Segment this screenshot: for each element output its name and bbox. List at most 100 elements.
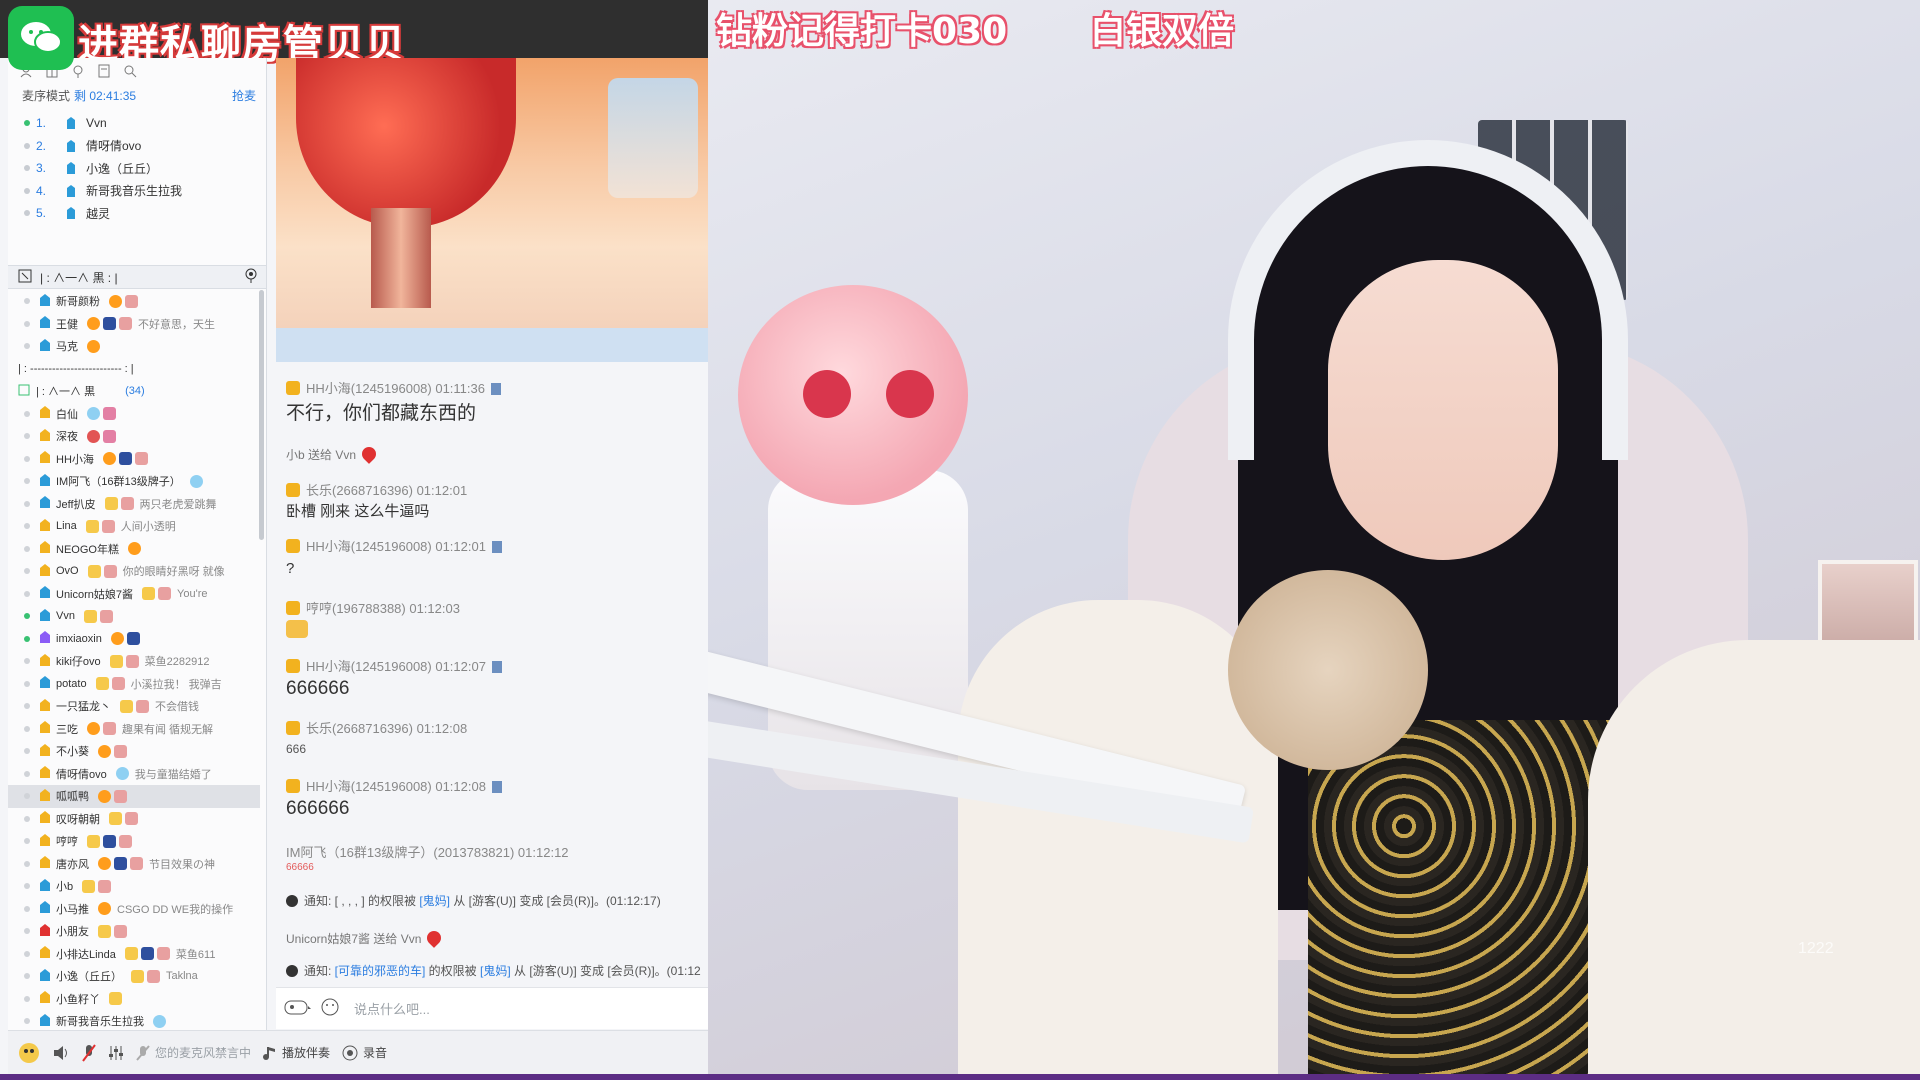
member-rank-icon (38, 405, 52, 422)
member-name: OvO (56, 565, 79, 578)
chat-message-body: 666666 (286, 798, 350, 819)
video-footer-strip (276, 328, 708, 362)
grab-mic-button[interactable]: 抢麦 (232, 87, 256, 104)
mic-muted-icon[interactable] (82, 1043, 96, 1062)
app-window: 进群私聊房管贝贝 麦序模式 剩 02:41:35 抢麦 1. Vvn 2. 倩呀倩ov… (0, 0, 1920, 1080)
member-row[interactable]: 小b (8, 875, 260, 898)
member-row[interactable]: 呱呱鸭 (8, 785, 260, 808)
member-row[interactable]: IM阿飞（16群13级牌子） (8, 470, 260, 493)
member-signature: 菜鱼2282912 (144, 656, 210, 669)
member-row[interactable]: 小排达Linda 菜鱼611 (8, 943, 260, 966)
member-rank-icon (38, 923, 52, 940)
room-video-preview[interactable] (276, 58, 708, 328)
speaker-icon[interactable] (52, 1045, 70, 1061)
member-list: 新哥颜粉 王健 不好意思，天生 马克 | : ---------------------… (8, 290, 260, 1030)
member-row[interactable]: Lina 人间小透明 (8, 515, 260, 538)
pin-icon[interactable] (244, 268, 258, 287)
member-row[interactable]: potato 小溪拉我！ 我弹吉 (8, 673, 260, 696)
chat-message-body: 不行，你们都藏东西的 (286, 403, 477, 424)
status-dot (24, 568, 30, 575)
member-list-scrollbar[interactable] (259, 290, 264, 540)
badge-icon (109, 654, 123, 668)
member-row[interactable]: 唐亦风 节目效果の神 (8, 853, 260, 876)
member-name: 小马推 (56, 903, 89, 916)
member-signature: Taklna (166, 970, 198, 983)
notes-icon[interactable] (96, 63, 112, 79)
member-row[interactable]: Unicorn姑娘7酱 You're (8, 583, 260, 606)
channel-bar[interactable]: | : ∧一∧ 黒 : | (8, 265, 266, 289)
sub-channel-row[interactable]: | : ∧一∧ 黒 (34) (8, 380, 260, 403)
member-name: Vvn (56, 610, 75, 623)
status-dot (24, 478, 30, 485)
member-rank-icon (38, 630, 52, 647)
chat-input[interactable]: 说点什么吧... (354, 999, 430, 1018)
badge-icon (109, 812, 122, 826)
live-stream-video[interactable]: 钻粉记得打卡030 白银双倍 1222 (708, 0, 1920, 1074)
status-dot (24, 613, 30, 620)
mic-queue-item[interactable]: 4. 新哥我音乐生拉我 (8, 180, 266, 203)
badge-icon (82, 879, 96, 893)
equalizer-icon[interactable] (108, 1045, 124, 1061)
channel-name: | : ∧一∧ 黒 : | (40, 270, 118, 285)
accompany-button[interactable]: 播放伴奏 (263, 1044, 330, 1061)
member-row[interactable]: 新哥我音乐生拉我 (8, 1010, 260, 1030)
location-icon[interactable] (70, 63, 86, 79)
member-row[interactable]: 小逸（丘丘） Taklna (8, 965, 260, 988)
search-icon[interactable] (122, 63, 138, 79)
member-name: Lina (56, 520, 77, 533)
member-row[interactable]: OvO 你的眼睛好黑呀 就像 (8, 560, 260, 583)
member-row[interactable]: 小马推 CSGO DD WE我的操作 (8, 898, 260, 921)
member-row[interactable]: 新哥颜粉 (8, 290, 260, 313)
member-row[interactable]: imxiaoxin (8, 628, 260, 651)
game-controller-icon[interactable] (284, 997, 312, 1020)
member-name: 王健 (56, 318, 78, 331)
badge-icon (103, 317, 116, 331)
member-name: 新哥我音乐生拉我 (56, 1016, 144, 1029)
mic-queue-item[interactable]: 3. 小逸（丘丘） (8, 157, 266, 180)
badge-icon (136, 699, 149, 713)
emoji-icon[interactable] (320, 997, 340, 1020)
badge-icon (98, 902, 111, 916)
member-row[interactable]: Vvn (8, 605, 260, 628)
mic-queue-item[interactable]: 1. Vvn (8, 112, 266, 135)
mic-queue-item[interactable]: 2. 倩呀倩ovo (8, 135, 266, 158)
member-row[interactable]: 白仙 (8, 403, 260, 426)
member-name: 小鱼籽丫 (56, 993, 100, 1006)
member-row[interactable]: NEOGO年糕 (8, 538, 260, 561)
status-dot (24, 928, 30, 935)
microphone-foam (1228, 570, 1428, 770)
member-row[interactable]: 马克 (8, 335, 260, 358)
sub-channel-row[interactable]: | : ------------------------- : | (8, 358, 260, 381)
status-dot (24, 770, 30, 777)
member-row[interactable]: kiki仔ovo 菜鱼2282912 (8, 650, 260, 673)
status-dot (24, 500, 30, 507)
notice-link[interactable]: [鬼妈] (419, 894, 450, 908)
member-row[interactable]: 不小葵 (8, 740, 260, 763)
member-name: 不小葵 (56, 746, 89, 759)
member-row[interactable]: 哼哼 (8, 830, 260, 853)
notice-link[interactable]: [鬼妈] (480, 964, 511, 978)
badge-icon (103, 834, 116, 848)
chat-message-body: 666 (286, 742, 307, 756)
avatar[interactable] (18, 1042, 40, 1064)
member-row[interactable]: Jeff扒皮 两只老虎爱跳舞 (8, 493, 260, 516)
record-button[interactable]: 录音 (342, 1044, 387, 1061)
member-signature: 小溪拉我！ 我弹吉 (130, 678, 222, 691)
member-row[interactable]: 叹呀朝朝 (8, 808, 260, 831)
member-row[interactable]: 王健 不好意思，天生 (8, 313, 260, 336)
lantern-image (296, 58, 516, 228)
status-dot (24, 410, 30, 417)
notice-link[interactable]: [可靠的邪恶的车] (335, 964, 426, 978)
member-row[interactable]: 小鱼籽丫 (8, 988, 260, 1011)
user-icon (64, 139, 78, 153)
member-signature: 趣果有闻 循规无解 (122, 723, 214, 736)
status-dot (24, 210, 30, 217)
member-row[interactable]: 小朋友 (8, 920, 260, 943)
member-row[interactable]: 深夜 (8, 425, 260, 448)
mic-queue-item[interactable]: 5. 越灵 (8, 202, 266, 225)
member-row[interactable]: 三吃 趣果有闻 循规无解 (8, 718, 260, 741)
gift-message: 小b 送给 Vvn (286, 444, 379, 464)
member-row[interactable]: HH小海 (8, 448, 260, 471)
member-row[interactable]: 倩呀倩ovo 我与童猫结婚了 (8, 763, 260, 786)
member-row[interactable]: 一只猛龙丶 不会借钱 (8, 695, 260, 718)
